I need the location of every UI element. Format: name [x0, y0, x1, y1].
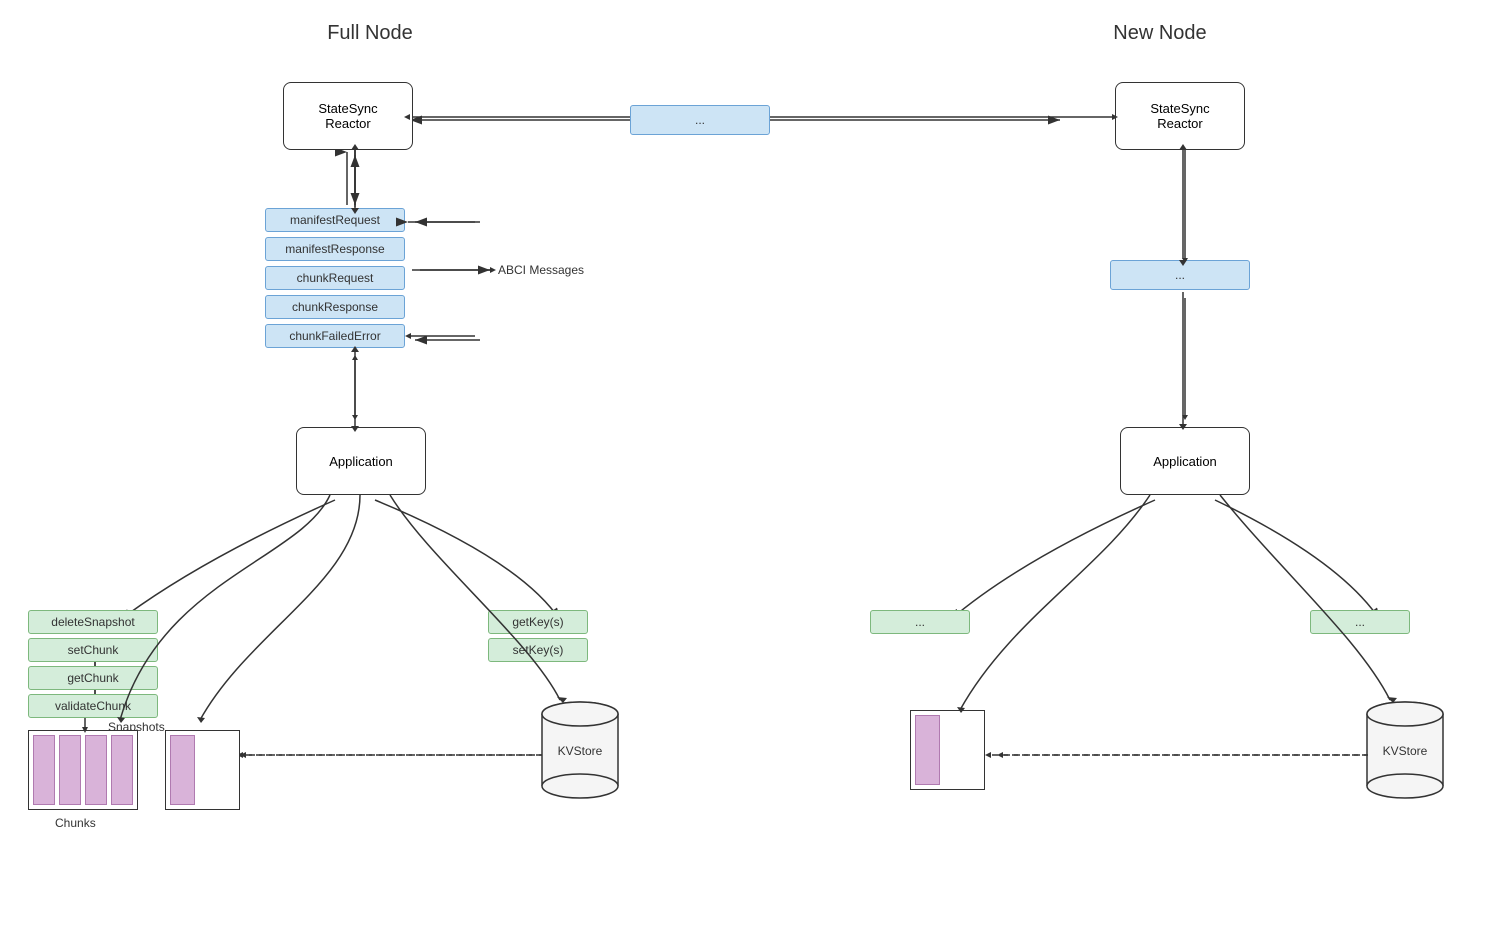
- chunks-label: Chunks: [55, 816, 96, 830]
- green-deleteSnapshot: deleteSnapshot: [28, 610, 158, 634]
- kvstore-cylinder-full: KVStore: [540, 700, 620, 800]
- msg-manifestRequest: manifestRequest: [265, 208, 405, 232]
- new-node-title: New Node: [1060, 22, 1260, 45]
- msg-chunkRequest: chunkRequest: [265, 266, 405, 290]
- green-setKeys: setKey(s): [488, 638, 588, 662]
- svg-text:KVStore: KVStore: [558, 744, 603, 758]
- full-node-statesync-reactor: StateSync Reactor: [283, 82, 413, 150]
- green-getChunk: getChunk: [28, 666, 158, 690]
- green-setChunk: setChunk: [28, 638, 158, 662]
- new-node-green-left: ...: [870, 610, 970, 634]
- kvstore-cylinder-new: KVStore: [1365, 700, 1445, 800]
- snapshot-store-full: [165, 730, 240, 810]
- abci-messages-label: ABCI Messages: [498, 263, 584, 277]
- green-getKeys: getKey(s): [488, 610, 588, 634]
- new-node-application: Application: [1120, 427, 1250, 495]
- svg-text:KVStore: KVStore: [1383, 744, 1428, 758]
- msg-chunkResponse: chunkResponse: [265, 295, 405, 319]
- new-node-statesync-reactor: StateSync Reactor: [1115, 82, 1245, 150]
- green-validateChunk: validateChunk: [28, 694, 158, 718]
- full-node-title: Full Node: [270, 22, 470, 45]
- snapshot-store-new: [910, 710, 985, 790]
- msg-manifestResponse: manifestResponse: [265, 237, 405, 261]
- new-node-blue-box: ...: [1110, 260, 1250, 290]
- diagram-container: Full Node New Node: [0, 0, 1504, 935]
- full-node-application: Application: [296, 427, 426, 495]
- full-node-connection-box: ...: [630, 105, 770, 135]
- chunks-store: [28, 730, 138, 810]
- new-node-green-right: ...: [1310, 610, 1410, 634]
- msg-chunkFailedError: chunkFailedError: [265, 324, 405, 348]
